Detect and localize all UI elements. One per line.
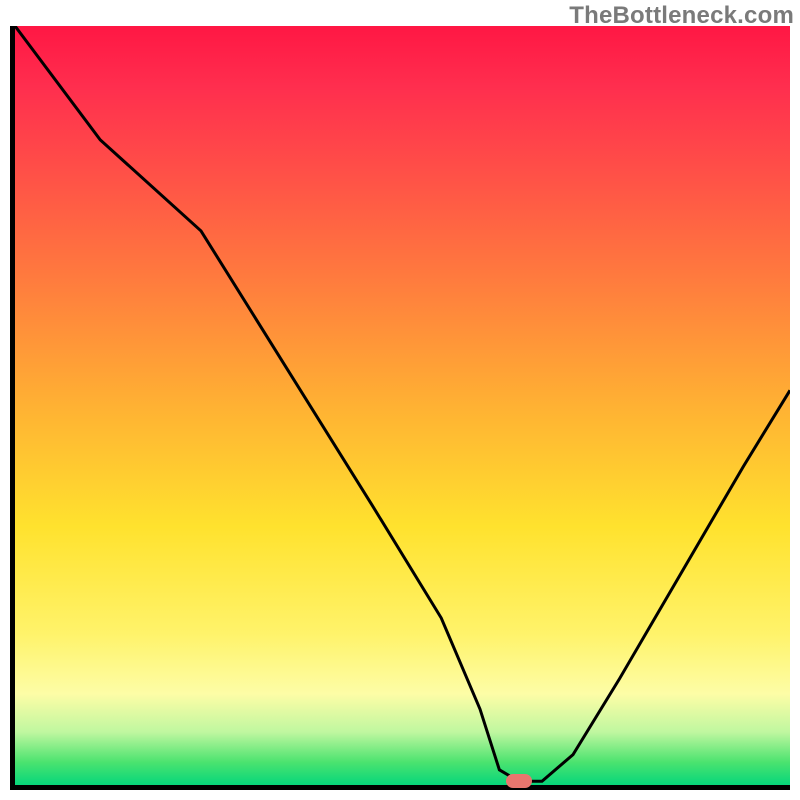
bottleneck-curve — [15, 26, 790, 785]
curve-path — [15, 26, 790, 781]
chart-container: TheBottleneck.com — [0, 0, 800, 800]
plot-area — [10, 26, 790, 790]
optimum-marker — [506, 774, 532, 788]
